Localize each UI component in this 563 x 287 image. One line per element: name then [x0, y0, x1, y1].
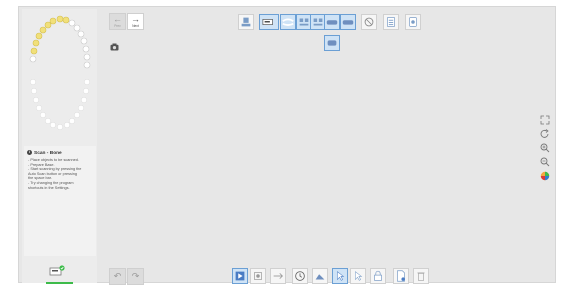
select-button[interactable]	[332, 268, 348, 284]
undo-icon: ↶	[113, 271, 122, 281]
info-title-text: Scan - Bone	[34, 150, 62, 156]
upper-arch	[29, 15, 91, 69]
lasso-icon	[355, 271, 363, 281]
auto-scan-button[interactable]	[232, 268, 248, 284]
history-button[interactable]	[292, 268, 308, 284]
record-button[interactable]	[250, 268, 266, 284]
viewport-frame	[18, 6, 556, 283]
mandible-icon	[313, 18, 323, 26]
redo-icon: ↷	[131, 271, 140, 281]
record-icon	[254, 272, 262, 280]
zoom-out-icon[interactable]	[540, 157, 550, 167]
document-icon	[397, 270, 405, 282]
undo-button[interactable]: ↶	[109, 268, 126, 285]
tooth-list-icon	[387, 17, 395, 27]
tooth-chart[interactable]	[24, 12, 96, 140]
lock-button[interactable]	[370, 268, 386, 284]
select-icon	[337, 271, 345, 281]
bite-button[interactable]	[280, 14, 296, 30]
undo-scan-icon	[273, 273, 283, 279]
redo-button[interactable]: ↷	[127, 268, 144, 285]
sub-tool-button[interactable]	[324, 35, 340, 51]
auto-scan-icon	[235, 271, 245, 281]
info-panel: i Scan - Bone - Place objects to be scann…	[24, 146, 96, 256]
sub-tool-icon	[327, 40, 337, 46]
trash-icon	[417, 272, 425, 281]
scan-mode-button[interactable]	[259, 14, 279, 30]
zoom-in-icon[interactable]	[540, 143, 550, 153]
scanner-device-icon[interactable]	[49, 265, 65, 276]
next-label: Next	[132, 24, 139, 28]
maxilla-icon	[299, 18, 309, 26]
info-list: - Place objects to be scanned. - Prepare…	[28, 158, 94, 190]
scan-application: i Scan - Bone - Place objects to be scann…	[0, 0, 563, 287]
history-icon	[295, 271, 305, 281]
left-arrow-icon: ←	[113, 14, 122, 24]
scanner-settings-button[interactable]	[405, 14, 421, 30]
fit-screen-icon[interactable]	[540, 115, 550, 125]
next-button[interactable]: → Next	[127, 13, 144, 30]
prev-label: Prev	[114, 24, 121, 28]
lock-icon	[374, 270, 382, 281]
scan-mode-icon	[262, 19, 273, 25]
scanner-settings-icon	[409, 17, 417, 27]
prev-button[interactable]: ← Prev	[109, 13, 126, 30]
camera-icon[interactable]	[110, 43, 119, 51]
occlusion-icon	[342, 20, 354, 25]
scanner-status-bar	[46, 282, 73, 284]
tooth-list-button[interactable]	[383, 14, 399, 30]
bite-icon	[282, 18, 294, 26]
no-marker-icon	[364, 17, 374, 27]
undo-scan-button[interactable]	[270, 268, 286, 284]
lower-arch	[29, 78, 91, 131]
rotate-icon[interactable]	[540, 129, 550, 139]
lasso-button[interactable]	[350, 268, 366, 284]
full-arch-button[interactable]	[324, 14, 340, 30]
mountain-button[interactable]	[312, 268, 328, 284]
no-marker-button[interactable]	[361, 14, 377, 30]
trash-button[interactable]	[413, 268, 429, 284]
upper-jaw-icon	[241, 17, 251, 27]
upper-jaw-button[interactable]	[238, 14, 254, 30]
mountain-icon	[315, 274, 325, 280]
info-title: i Scan - Bone	[27, 150, 62, 156]
color-icon[interactable]	[540, 171, 550, 181]
full-arch-icon	[326, 20, 338, 25]
document-button[interactable]	[393, 268, 409, 284]
info-line: shortcuts in the Settings.	[28, 185, 70, 190]
right-arrow-icon: →	[131, 14, 140, 24]
info-icon: i	[27, 150, 32, 155]
occlusion-button[interactable]	[340, 14, 356, 30]
